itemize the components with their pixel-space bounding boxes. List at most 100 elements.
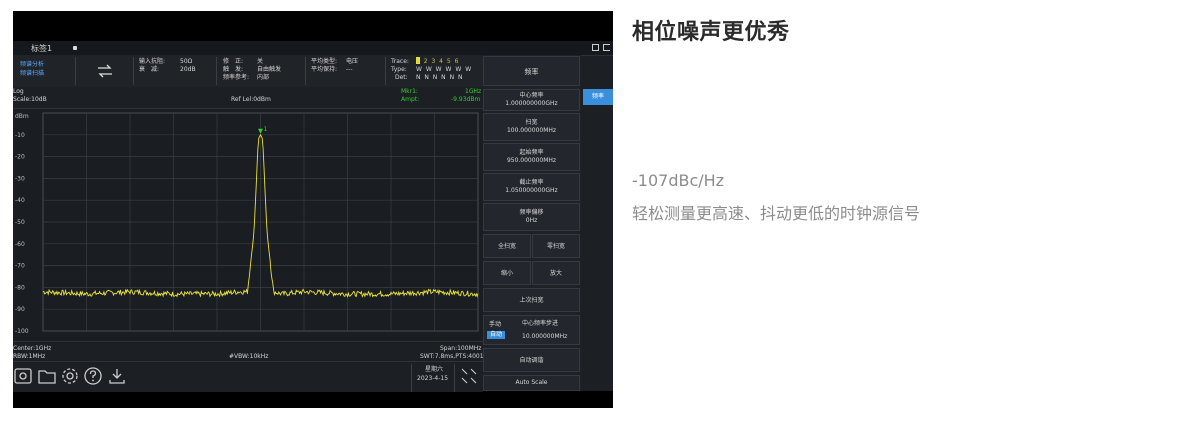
y-tick-label: -80 <box>15 284 25 291</box>
mode-line-1: 频谱分析 <box>20 61 45 68</box>
avg-type-value: 电压 <box>346 58 359 65</box>
y-tick-label: -10 <box>15 132 25 139</box>
phase-noise-spec: -107dBc/Hz <box>632 171 725 190</box>
frequency-menu: 频率 中心频率 1.000000000GHz 扫宽 100.000000MHz … <box>483 55 581 391</box>
start-freq-label: 起始频率 <box>519 149 544 156</box>
last-span-button[interactable]: 上次扫宽 <box>483 288 580 312</box>
feature-heading: 相位噪声更优秀 <box>632 20 790 45</box>
y-tick-label: -60 <box>15 241 25 248</box>
freq-ref-value: 内部 <box>257 74 270 81</box>
ref-level: Ref Lel:0dBm <box>231 96 271 103</box>
type-values: W W W W W W <box>416 66 473 73</box>
trigger-label: 触 发: <box>223 66 244 73</box>
bottom-toolbar: 星期六 2023-4-15 <box>13 361 483 392</box>
spectrum-chart: dBm -10 -20 -30 -40 -50 -60 -70 -80 -90 -100 1 <box>15 112 479 335</box>
feature-description: 轻松测量更高速、抖动更低的时钟源信号 <box>632 204 921 223</box>
center-freq-button[interactable]: 中心频率 1.000000000GHz <box>483 89 580 111</box>
correction-value: 关 <box>257 58 264 65</box>
touch-lock-icon[interactable] <box>459 366 479 386</box>
ampt-value: -9.93dBm <box>451 96 481 103</box>
marker-1-label: 1 <box>264 126 268 133</box>
span-button[interactable]: 扫宽 100.000000MHz <box>483 113 580 141</box>
auto-scale-button[interactable]: Auto Scale <box>483 375 580 391</box>
center-freq-label: 中心频率 <box>519 92 544 99</box>
freq-offset-label: 频率偏移 <box>519 209 544 216</box>
trigger-value: 自由触发 <box>257 66 282 73</box>
center-step-value: 10.000000MHz <box>522 333 568 340</box>
trace-label: Trace: <box>391 58 409 65</box>
span: Span:100MHz <box>440 345 482 352</box>
step-auto-option[interactable]: 自动 <box>487 331 506 339</box>
ampt-label: Ampt: <box>401 96 420 103</box>
rbw: RBW:1MHz <box>13 353 46 360</box>
y-tick-label: -100 <box>15 328 29 335</box>
exit-icon[interactable] <box>603 44 610 51</box>
y-tick-label: -90 <box>15 306 25 313</box>
stop-freq-button[interactable]: 截止频率 1.050000000GHz <box>483 173 580 201</box>
save-icon[interactable] <box>107 366 127 386</box>
help-icon[interactable] <box>83 366 103 386</box>
full-span-button[interactable]: 全扫宽 <box>483 234 531 258</box>
center-step-button[interactable]: 手动 自动 中心频率步进 10.000000MHz <box>483 315 580 345</box>
auto-tune-button[interactable]: 自动调谐 <box>483 348 580 372</box>
menu-header-frequency[interactable]: 频率 <box>483 56 580 86</box>
mode-line-2: 频谱扫描 <box>20 70 45 77</box>
freq-offset-value: 0Hz <box>525 217 538 224</box>
title-bar: 标签1 <box>13 41 613 56</box>
tab-label: 标签1 <box>31 44 53 53</box>
avg-count-label: 平均保持: <box>311 66 338 73</box>
det-values: N N N N N N <box>416 74 464 81</box>
tab-close-icon[interactable] <box>73 46 77 50</box>
date: 2023-4-15 <box>417 375 449 382</box>
marker-label: Mkr1: <box>401 88 418 95</box>
scale-type: Log <box>13 88 24 95</box>
marker-freq: 1GHz <box>465 88 482 95</box>
impedance-value: 50Ω <box>180 58 193 65</box>
y-tick-label: -30 <box>15 175 25 182</box>
atten-value: 20dB <box>180 66 196 73</box>
y-tick-label: -20 <box>15 154 25 161</box>
start-freq-value: 950.000000MHz <box>506 157 557 164</box>
type-label: Type: <box>391 66 407 73</box>
stop-freq-value: 1.050000000GHz <box>505 187 558 194</box>
spectrum-plot[interactable]: dBm -10 -20 -30 -40 -50 -60 -70 -80 -90 -100 1 <box>13 109 483 341</box>
sweep-time: SWT:7.8ms,PTS:4001 <box>420 353 484 360</box>
vbw: #VBW:10kHz <box>229 353 269 360</box>
analyzer-screenshot: 标签1 频谱分析 频谱扫描 输入抗阻: 50Ω 衰 减: 20dB 修 正: 关… <box>13 11 613 408</box>
stop-freq-label: 截止频率 <box>519 179 544 186</box>
marker-1-icon <box>258 128 263 134</box>
screenshot-icon[interactable] <box>592 44 599 51</box>
info-bar: 频谱分析 频谱扫描 输入抗阻: 50Ω 衰 减: 20dB 修 正: 关 触 发… <box>13 55 483 88</box>
det-label: Det: <box>395 74 408 81</box>
zoom-in-button[interactable]: 放大 <box>532 261 580 285</box>
span-label: 扫宽 <box>525 119 538 126</box>
tab-label-1[interactable]: 标签1 <box>25 42 85 54</box>
plot-footer: Center:1GHz RBW:1MHz #VBW:10kHz Span:100… <box>13 341 484 362</box>
correction-label: 修 正: <box>223 58 244 65</box>
side-tab-frequency[interactable]: 频率 <box>583 89 613 105</box>
step-manual-option[interactable]: 手动 <box>489 321 501 329</box>
span-value: 100.000000MHz <box>506 127 557 134</box>
weekday: 星期六 <box>425 366 444 373</box>
scale-value: Scale:10dB <box>13 96 47 103</box>
avg-count-value: --- <box>346 66 353 73</box>
analyzer-screen: 标签1 频谱分析 频谱扫描 输入抗阻: 50Ω 衰 减: 20dB 修 正: 关… <box>13 41 613 392</box>
zero-span-button[interactable]: 零扫宽 <box>532 234 580 258</box>
y-tick-label: -50 <box>15 219 25 226</box>
zoom-out-button[interactable]: 缩小 <box>483 261 531 285</box>
settings-icon[interactable] <box>60 366 80 386</box>
impedance-label: 输入抗阻: <box>139 58 166 65</box>
center-step-label: 中心频率步进 <box>522 320 559 327</box>
folder-icon[interactable] <box>37 366 57 386</box>
swap-icon[interactable] <box>97 64 113 78</box>
y-tick-label: -40 <box>15 197 25 204</box>
atten-label: 衰 减: <box>139 66 160 73</box>
center-freq: Center:1GHz <box>13 345 52 352</box>
avg-type-label: 平均类型: <box>311 58 338 65</box>
freq-ref-label: 频率参考: <box>223 74 250 81</box>
start-freq-button[interactable]: 起始频率 950.000000MHz <box>483 143 580 171</box>
y-axis-unit: dBm <box>15 113 29 120</box>
freq-offset-button[interactable]: 频率偏移 0Hz <box>483 203 580 231</box>
center-freq-value: 1.000000000GHz <box>505 100 558 107</box>
screenshot-icon[interactable] <box>13 366 33 386</box>
